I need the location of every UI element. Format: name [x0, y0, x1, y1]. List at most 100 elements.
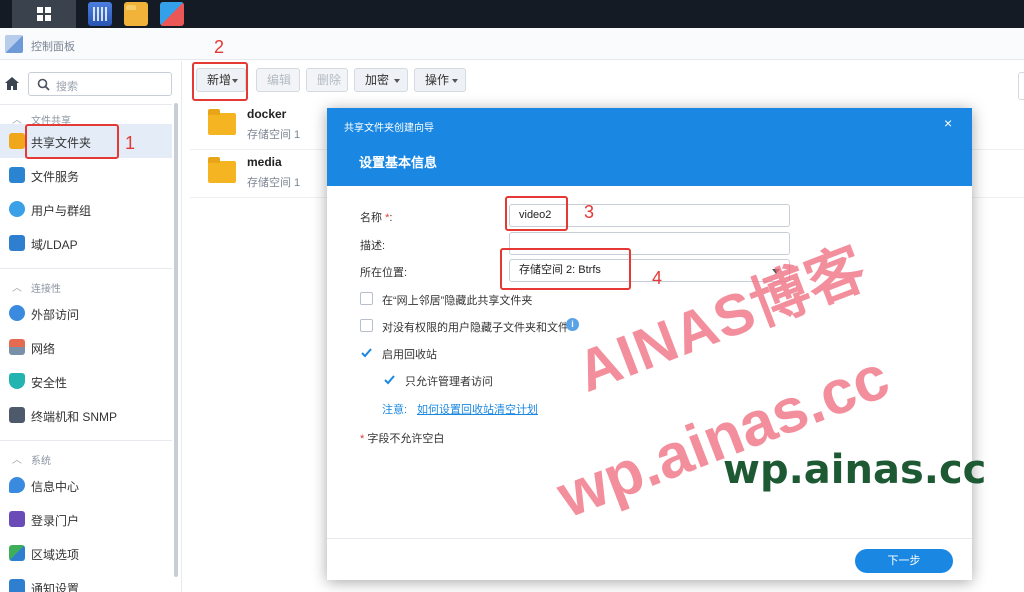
folder-volume: 存储空间 1 [247, 177, 301, 189]
close-icon[interactable]: × [944, 115, 952, 131]
info-center-icon [9, 477, 25, 493]
hide-network-checkbox[interactable] [360, 292, 373, 305]
edit-button[interactable]: 编辑 [256, 68, 300, 92]
folder-icon [208, 157, 236, 183]
recycle-bin-checkbox[interactable] [360, 346, 373, 359]
chevron-up-icon: ︿ [12, 455, 22, 466]
required-note-text: 字段不允许空白 [367, 433, 445, 445]
terminal-icon [9, 407, 25, 423]
wizard-title: 共享文件夹创建向导 [344, 123, 434, 134]
name-label: 名称 *: [360, 209, 392, 225]
sidebar-item-label: 网络 [31, 342, 56, 356]
hide-subfolders-label: 对没有权限的用户隐藏子文件夹和文件 [382, 322, 569, 334]
sidebar-item-label: 区域选项 [31, 548, 80, 562]
window-title: 控制面板 [31, 41, 75, 53]
section-system[interactable]: ︿ 系统 [0, 448, 181, 468]
sidebar-item-notification[interactable]: 通知设置 [0, 570, 172, 592]
package-center-taskbar-icon[interactable] [88, 2, 112, 26]
hide-network-label: 在“网上邻居”隐藏此共享文件夹 [382, 295, 533, 307]
required-field-note: * 字段不允许空白 [360, 430, 444, 446]
sidebar-item-security[interactable]: 安全性 [0, 364, 172, 398]
file-station-taskbar-icon[interactable] [124, 2, 148, 26]
sidebar-item-domain-ldap[interactable]: 域/LDAP [0, 226, 172, 260]
admin-only-checkbox[interactable] [383, 373, 396, 386]
name-label-text: 名称 [360, 212, 382, 224]
sidebar-item-terminal-snmp[interactable]: 终端机和 SNMP [0, 398, 172, 432]
delete-button[interactable]: 删除 [306, 68, 348, 92]
caret-down-icon [394, 79, 400, 83]
domain-ldap-icon [9, 235, 25, 251]
sidebar-item-network[interactable]: 网络 [0, 330, 172, 364]
sidebar-item-login-portal[interactable]: 登录门户 [0, 502, 172, 536]
divider [0, 268, 172, 269]
folder-volume: 存储空间 1 [247, 129, 301, 141]
encrypt-button-label: 加密 [365, 73, 390, 87]
shared-folder-icon [9, 133, 25, 149]
sidebar-item-external-access[interactable]: 外部访问 [0, 296, 172, 330]
sidebar-item-label: 信息中心 [31, 480, 80, 494]
folder-name: media [247, 155, 282, 169]
admin-only-label: 只允许管理者访问 [405, 376, 493, 388]
dialog-header: 共享文件夹创建向导 × 设置基本信息 [327, 108, 972, 186]
file-services-icon [9, 167, 25, 183]
control-panel-taskbar-icon[interactable] [160, 2, 184, 26]
note-label: 注意: [382, 404, 408, 416]
dialog-footer-divider [327, 538, 972, 539]
description-label: 描述: [360, 240, 386, 252]
window-titlebar: 控制面板 [0, 28, 1024, 60]
checkmark-icon [384, 375, 395, 385]
notification-icon [9, 579, 25, 592]
sidebar-item-info-center[interactable]: 信息中心 [0, 468, 172, 502]
sidebar-item-users-groups[interactable]: 用户与群组 [0, 192, 172, 226]
folder-icon [208, 109, 236, 135]
regional-options-icon [9, 545, 25, 561]
divider [0, 104, 172, 105]
action-button-label: 操作 [425, 73, 450, 87]
annotation-number-3: 3 [584, 202, 595, 222]
encrypt-button[interactable]: 加密 [354, 68, 408, 92]
main-menu-button[interactable] [12, 0, 76, 28]
hide-subfolders-checkbox[interactable] [360, 319, 373, 332]
sidebar-item-label: 域/LDAP [31, 238, 78, 252]
annotation-number-2: 2 [214, 37, 225, 57]
recycle-schedule-link[interactable]: 如何设置回收站清空计划 [417, 401, 538, 417]
home-icon[interactable] [3, 75, 21, 93]
grid-menu-icon [37, 7, 51, 21]
annotation-box-4 [500, 248, 631, 290]
taskbar [0, 0, 1024, 28]
checkmark-icon [361, 348, 372, 358]
next-button[interactable]: 下一步 [855, 549, 953, 573]
users-groups-icon [9, 201, 25, 217]
watermark-url-green: wp.ainas.cc [723, 447, 987, 493]
annotation-box-3 [505, 196, 568, 231]
name-label-colon: : [389, 212, 393, 224]
folder-name: docker [247, 107, 287, 121]
section-connectivity[interactable]: ︿ 连接性 [0, 276, 181, 296]
search-placeholder: 搜索 [56, 81, 78, 93]
annotation-box-1 [25, 124, 119, 159]
step-title: 设置基本信息 [359, 155, 438, 170]
sidebar-scrollbar[interactable] [174, 103, 178, 577]
network-icon [9, 339, 25, 355]
recycle-bin-label: 启用回收站 [382, 349, 437, 361]
search-icon [37, 78, 50, 91]
location-label: 所在位置: [360, 267, 408, 279]
sidebar-item-label: 登录门户 [31, 514, 80, 528]
divider [0, 440, 172, 441]
external-access-icon [9, 305, 25, 321]
annotation-box-2 [192, 62, 248, 101]
sidebar-search-input[interactable]: 搜索 [28, 72, 172, 96]
security-shield-icon [9, 373, 25, 389]
login-portal-icon [9, 511, 25, 527]
search-box-partial[interactable] [1018, 72, 1024, 100]
edit-button-label: 编辑 [267, 73, 292, 87]
annotation-number-1: 1 [125, 133, 136, 153]
sidebar-item-label: 通知设置 [31, 582, 80, 592]
sidebar-item-label: 文件服务 [31, 170, 80, 184]
action-button[interactable]: 操作 [414, 68, 466, 92]
control-panel-icon [5, 35, 23, 53]
annotation-number-4: 4 [652, 268, 663, 288]
section-label: 系统 [31, 456, 51, 467]
sidebar-item-file-services[interactable]: 文件服务 [0, 158, 172, 192]
sidebar-item-regional-options[interactable]: 区域选项 [0, 536, 172, 570]
